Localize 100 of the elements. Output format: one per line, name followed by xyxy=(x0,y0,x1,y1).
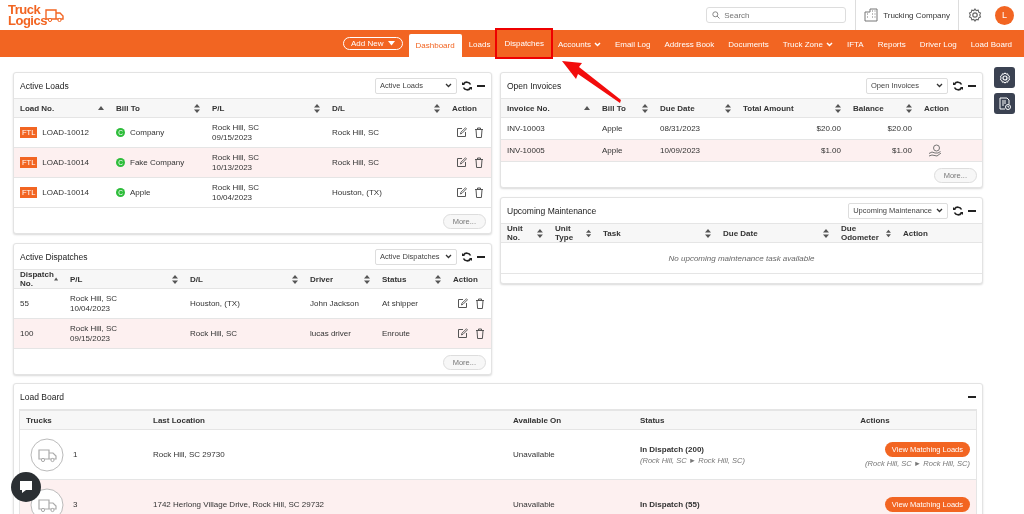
sort-ascending-icon[interactable] xyxy=(98,105,104,111)
column-header[interactable]: Unit Type xyxy=(549,224,597,242)
panel-title: Active Dispatches xyxy=(20,251,88,262)
trash-icon[interactable] xyxy=(474,187,484,198)
sort-icon[interactable] xyxy=(585,228,591,238)
table-cell: Rock Hill, SC xyxy=(332,128,380,137)
trash-icon[interactable] xyxy=(475,328,485,339)
column-header[interactable]: Unit No. xyxy=(501,224,549,242)
column-header[interactable]: P/L xyxy=(206,103,326,113)
column-header[interactable]: Due Date xyxy=(717,228,835,238)
table-cell: 10/09/2023 xyxy=(660,146,701,155)
table-cell: LOAD-10012 xyxy=(42,128,90,137)
column-header[interactable]: Due Odometer xyxy=(835,224,897,242)
column-header[interactable]: D/L xyxy=(326,103,446,113)
column-header[interactable]: Action xyxy=(918,103,982,113)
column-header[interactable]: D/L xyxy=(184,274,304,284)
table-cell: Fake Company xyxy=(130,158,185,167)
settings-button[interactable] xyxy=(994,67,1015,88)
settings-icon[interactable] xyxy=(968,8,982,22)
sort-icon[interactable] xyxy=(435,274,441,284)
column-header[interactable]: Dispatch No. xyxy=(14,270,64,288)
caret-icon xyxy=(387,41,395,46)
search-field[interactable]: Search xyxy=(706,7,847,23)
hand-coin-icon[interactable] xyxy=(928,144,942,157)
document-clock-icon xyxy=(998,97,1011,110)
table-cell: Rock Hill, SC xyxy=(190,329,238,338)
refresh-icon[interactable] xyxy=(953,80,963,91)
column-header[interactable]: Total Amount xyxy=(737,103,847,113)
sort-ascending-icon[interactable] xyxy=(584,105,590,111)
chevron-down-icon xyxy=(936,83,943,88)
sort-icon[interactable] xyxy=(886,228,891,238)
sort-icon[interactable] xyxy=(364,274,370,284)
table-cell: LOAD-10014 xyxy=(42,158,90,167)
edit-icon[interactable] xyxy=(456,157,467,168)
trash-icon[interactable] xyxy=(474,127,484,138)
truck-icon xyxy=(30,437,64,472)
company-name[interactable]: Trucking Company xyxy=(883,10,950,20)
column-header[interactable]: Status xyxy=(376,274,447,284)
column-header: Actions xyxy=(860,415,890,425)
sort-icon[interactable] xyxy=(537,228,543,238)
table-cell: Rock Hill, SC 10/13/2023 xyxy=(212,152,260,173)
column-header[interactable]: P/L xyxy=(64,274,184,284)
table-cell: John Jackson xyxy=(310,299,359,308)
edit-icon[interactable] xyxy=(456,127,467,138)
edit-icon[interactable] xyxy=(456,187,467,198)
table-cell: Rock Hill, SC 09/15/2023 xyxy=(212,122,260,143)
table-cell: Unavailable xyxy=(513,500,555,509)
search-icon xyxy=(712,11,721,19)
column-header[interactable]: Balance xyxy=(847,103,918,113)
column-header[interactable]: Bill To xyxy=(596,103,654,113)
sort-icon[interactable] xyxy=(172,274,178,284)
column-header[interactable]: Invoice No. xyxy=(501,103,596,113)
sort-icon[interactable] xyxy=(906,103,912,113)
column-header[interactable]: Task xyxy=(597,228,717,238)
table-cell: 08/31/2023 xyxy=(660,124,701,133)
sort-icon[interactable] xyxy=(434,103,440,113)
column-header[interactable]: Action xyxy=(447,274,491,284)
table-cell: 3 xyxy=(73,500,78,509)
table-cell: Rock Hill, SC 09/15/2023 xyxy=(70,323,118,344)
trash-icon[interactable] xyxy=(474,157,484,168)
column-header[interactable]: Driver xyxy=(304,274,376,284)
sort-icon[interactable] xyxy=(642,103,648,113)
column-header: Last Location xyxy=(153,415,205,425)
table-cell: lucas driver xyxy=(310,329,351,338)
panel-title: Open Invoices xyxy=(507,80,562,91)
panel-title: Load Board xyxy=(20,391,64,402)
table-cell: Rock Hill, SC 10/04/2023 xyxy=(70,293,118,314)
sort-ascending-icon[interactable] xyxy=(53,276,58,282)
sort-icon[interactable] xyxy=(823,228,829,238)
column-header[interactable]: Action xyxy=(446,103,491,113)
sort-icon[interactable] xyxy=(835,103,841,113)
panel-title: Active Loads xyxy=(20,80,69,91)
trash-icon[interactable] xyxy=(475,298,485,309)
edit-icon[interactable] xyxy=(457,328,468,339)
refresh-icon[interactable] xyxy=(462,80,472,91)
report-button[interactable] xyxy=(994,93,1015,114)
sort-icon[interactable] xyxy=(194,103,200,113)
column-header[interactable]: Due Date xyxy=(654,103,737,113)
table-cell: In Dispatch (55) xyxy=(640,500,700,509)
refresh-icon[interactable] xyxy=(953,205,963,216)
refresh-icon[interactable] xyxy=(462,251,472,262)
sort-icon[interactable] xyxy=(705,228,711,238)
table-cell: Houston, (TX) xyxy=(190,299,240,308)
table-cell: Unavailable xyxy=(513,450,555,459)
sort-icon[interactable] xyxy=(725,103,731,113)
table-cell: Apple xyxy=(130,188,151,197)
table-cell: 55 xyxy=(20,299,29,308)
column-header[interactable]: Bill To xyxy=(110,103,206,113)
search-input[interactable]: Search xyxy=(724,10,835,20)
sort-icon[interactable] xyxy=(314,103,320,113)
edit-icon[interactable] xyxy=(457,298,468,309)
table-cell: Apple xyxy=(602,124,623,133)
column-header[interactable]: Action xyxy=(897,228,982,238)
chat-icon[interactable] xyxy=(11,472,41,504)
logo-text: Logics xyxy=(8,15,47,26)
sort-icon[interactable] xyxy=(292,274,298,284)
column-header: Available On xyxy=(513,415,562,425)
column-header: Status xyxy=(640,415,665,425)
table-cell: Rock Hill, SC 10/04/2023 xyxy=(212,182,260,203)
column-header[interactable]: Load No. xyxy=(14,103,110,113)
